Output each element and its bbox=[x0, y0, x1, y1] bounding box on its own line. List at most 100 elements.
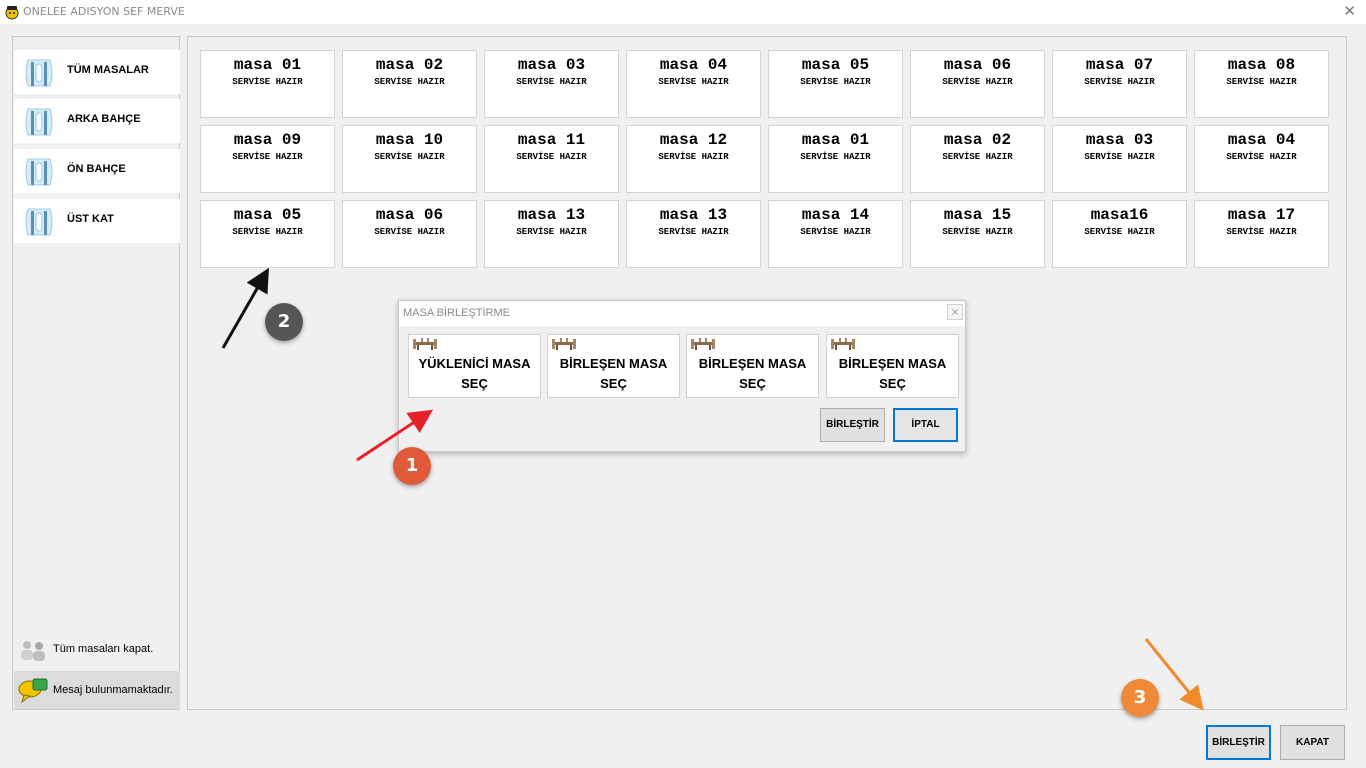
table-status: SERVİSE HAZIR bbox=[232, 227, 303, 237]
table-name: masa 08 bbox=[1227, 56, 1296, 74]
people-icon bbox=[21, 641, 45, 661]
table-tile[interactable]: masa16 SERVİSE HAZIR bbox=[1052, 200, 1187, 268]
table-name: masa 03 bbox=[517, 56, 586, 74]
table-name: masa 04 bbox=[1227, 131, 1296, 149]
cutlery-icon bbox=[25, 59, 53, 87]
annotation-badge-3: 3 bbox=[1121, 679, 1159, 717]
window-close-icon[interactable]: ✕ bbox=[1343, 2, 1356, 20]
table-tile[interactable]: masa 10 SERVİSE HAZIR bbox=[342, 125, 477, 193]
masa-birlestirme-dialog: MASA BİRLEŞTİRME × YÜKLENİCİ MASA SEÇ BİR… bbox=[398, 300, 966, 452]
table-tile[interactable]: masa 03 SERVİSE HAZIR bbox=[484, 50, 619, 118]
app-logo-icon bbox=[5, 6, 19, 20]
table-tile[interactable]: masa 01 SERVİSE HAZIR bbox=[200, 50, 335, 118]
table-tile[interactable]: masa 06 SERVİSE HAZIR bbox=[910, 50, 1045, 118]
table-tile[interactable]: masa 15 SERVİSE HAZIR bbox=[910, 200, 1045, 268]
table-tile[interactable]: masa 01 SERVİSE HAZIR bbox=[768, 125, 903, 193]
table-status: SERVİSE HAZIR bbox=[942, 227, 1013, 237]
table-name: masa 13 bbox=[659, 206, 728, 224]
dialog-merge-button[interactable]: BİRLEŞTİR bbox=[820, 408, 885, 442]
table-status: SERVİSE HAZIR bbox=[232, 77, 303, 87]
table-tile[interactable]: masa 09 SERVİSE HAZIR bbox=[200, 125, 335, 193]
table-icon bbox=[831, 338, 855, 350]
table-name: masa 06 bbox=[943, 56, 1012, 74]
select-main-table-button[interactable]: YÜKLENİCİ MASA SEÇ bbox=[408, 334, 541, 398]
sidebar-item-ust-kat[interactable]: ÜST KAT bbox=[14, 199, 180, 243]
table-name: masa 14 bbox=[801, 206, 870, 224]
table-name: masa 01 bbox=[801, 131, 870, 149]
table-name: masa 01 bbox=[233, 56, 302, 74]
table-status: SERVİSE HAZIR bbox=[800, 227, 871, 237]
dialog-close-icon[interactable]: × bbox=[947, 304, 963, 320]
table-name: masa16 bbox=[1090, 206, 1149, 224]
table-status: SERVİSE HAZIR bbox=[1226, 227, 1297, 237]
close-all-tables-item[interactable]: Tüm masaları kapat. bbox=[14, 633, 180, 667]
table-tile[interactable]: masa 13 SERVİSE HAZIR bbox=[484, 200, 619, 268]
table-status: SERVİSE HAZIR bbox=[1084, 77, 1155, 87]
table-name: masa 03 bbox=[1085, 131, 1154, 149]
sidebar-item-on-bahce[interactable]: ÖN BAHÇE bbox=[14, 149, 180, 193]
table-status: SERVİSE HAZIR bbox=[516, 77, 587, 87]
table-name: masa 02 bbox=[943, 131, 1012, 149]
message-status-label: Mesaj bulunmamaktadır. bbox=[53, 684, 173, 696]
close-button[interactable]: KAPAT bbox=[1280, 725, 1345, 760]
chat-bubbles-icon bbox=[18, 678, 48, 703]
table-tile[interactable]: masa 05 SERVİSE HAZIR bbox=[768, 50, 903, 118]
table-icon bbox=[691, 338, 715, 350]
table-name: masa 09 bbox=[233, 131, 302, 149]
table-tile[interactable]: masa 06 SERVİSE HAZIR bbox=[342, 200, 477, 268]
table-status: SERVİSE HAZIR bbox=[374, 152, 445, 162]
table-status: SERVİSE HAZIR bbox=[800, 77, 871, 87]
sidebar: TÜM MASALAR ARKA BAHÇE ÖN BAHÇE ÜST KAT … bbox=[12, 36, 180, 710]
table-status: SERVİSE HAZIR bbox=[1084, 152, 1155, 162]
dialog-cancel-button[interactable]: İPTAL bbox=[893, 408, 958, 442]
table-tile[interactable]: masa 17 SERVİSE HAZIR bbox=[1194, 200, 1329, 268]
table-status: SERVİSE HAZIR bbox=[1084, 227, 1155, 237]
cutlery-icon bbox=[25, 158, 53, 186]
annotation-badge-1: 1 bbox=[393, 447, 431, 485]
sidebar-item-label: TÜM MASALAR bbox=[67, 64, 149, 76]
table-tile[interactable]: masa 04 SERVİSE HAZIR bbox=[1194, 125, 1329, 193]
table-name: masa 10 bbox=[375, 131, 444, 149]
table-name: masa 05 bbox=[233, 206, 302, 224]
sidebar-item-arka-bahce[interactable]: ARKA BAHÇE bbox=[14, 99, 180, 143]
table-tile[interactable]: masa 07 SERVİSE HAZIR bbox=[1052, 50, 1187, 118]
table-status: SERVİSE HAZIR bbox=[658, 152, 729, 162]
close-all-tables-label: Tüm masaları kapat. bbox=[53, 643, 154, 655]
message-status-item: Mesaj bulunmamaktadır. bbox=[14, 671, 180, 709]
table-tile[interactable]: masa 02 SERVİSE HAZIR bbox=[342, 50, 477, 118]
merge-button[interactable]: BİRLEŞTİR bbox=[1206, 725, 1271, 760]
table-status: SERVİSE HAZIR bbox=[1226, 152, 1297, 162]
table-tile[interactable]: masa 04 SERVİSE HAZIR bbox=[626, 50, 761, 118]
cutlery-icon bbox=[25, 108, 53, 136]
dialog-header: MASA BİRLEŞTİRME × bbox=[399, 301, 965, 326]
table-status: SERVİSE HAZIR bbox=[800, 152, 871, 162]
table-tile[interactable]: masa 05 SERVİSE HAZIR bbox=[200, 200, 335, 268]
sidebar-item-tum-masalar[interactable]: TÜM MASALAR bbox=[14, 50, 180, 94]
select-merging-table-button[interactable]: BİRLEŞEN MASA SEÇ bbox=[826, 334, 959, 398]
table-name: masa 05 bbox=[801, 56, 870, 74]
select-button-label: BİRLEŞEN MASA SEÇ bbox=[559, 356, 668, 391]
table-status: SERVİSE HAZIR bbox=[516, 227, 587, 237]
table-name: masa 07 bbox=[1085, 56, 1154, 74]
table-status: SERVİSE HAZIR bbox=[374, 227, 445, 237]
table-tile[interactable]: masa 02 SERVİSE HAZIR bbox=[910, 125, 1045, 193]
table-name: masa 17 bbox=[1227, 206, 1296, 224]
table-tile[interactable]: masa 14 SERVİSE HAZIR bbox=[768, 200, 903, 268]
table-name: masa 04 bbox=[659, 56, 728, 74]
table-tile[interactable]: masa 11 SERVİSE HAZIR bbox=[484, 125, 619, 193]
table-tile[interactable]: masa 08 SERVİSE HAZIR bbox=[1194, 50, 1329, 118]
select-merging-table-button[interactable]: BİRLEŞEN MASA SEÇ bbox=[686, 334, 819, 398]
sidebar-item-label: ARKA BAHÇE bbox=[67, 113, 141, 125]
table-tile[interactable]: masa 12 SERVİSE HAZIR bbox=[626, 125, 761, 193]
select-button-label: BİRLEŞEN MASA SEÇ bbox=[698, 356, 807, 391]
table-tile[interactable]: masa 13 SERVİSE HAZIR bbox=[626, 200, 761, 268]
title-bar: ONELEE ADISYON SEF MERVE ✕ bbox=[0, 0, 1366, 24]
table-status: SERVİSE HAZIR bbox=[232, 152, 303, 162]
select-merging-table-button[interactable]: BİRLEŞEN MASA SEÇ bbox=[547, 334, 680, 398]
table-status: SERVİSE HAZIR bbox=[1226, 77, 1297, 87]
table-status: SERVİSE HAZIR bbox=[658, 77, 729, 87]
table-tile[interactable]: masa 03 SERVİSE HAZIR bbox=[1052, 125, 1187, 193]
annotation-badge-2: 2 bbox=[265, 303, 303, 341]
select-button-label: YÜKLENİCİ MASA SEÇ bbox=[418, 356, 531, 391]
sidebar-item-label: ÖN BAHÇE bbox=[67, 163, 126, 175]
